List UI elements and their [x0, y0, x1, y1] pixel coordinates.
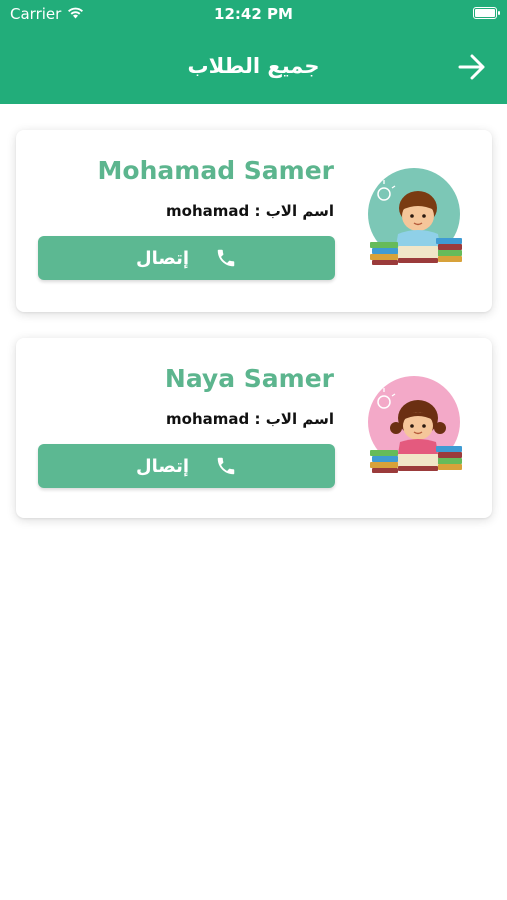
phone-icon [217, 457, 235, 475]
back-button[interactable] [457, 52, 487, 82]
status-time: 12:42 PM [214, 5, 293, 23]
father-name-label: اسم الاب : [254, 410, 334, 428]
app-header: Carrier 12:42 PM جميع الطلاب [0, 0, 507, 104]
student-name: Mohamad Samer [97, 156, 334, 185]
call-button-label: إتصال [135, 247, 190, 269]
call-button[interactable]: إتصال [38, 444, 335, 488]
girl-reading-books-avatar [362, 374, 466, 478]
call-button[interactable]: إتصال [38, 236, 335, 280]
arrow-right-icon [458, 54, 485, 80]
student-card: Mohamad Samer اسم الاب : mohamad إتصال [16, 130, 492, 312]
father-name-row: اسم الاب : mohamad [166, 410, 334, 428]
page-title: جميع الطلاب [187, 54, 320, 78]
father-name-value: mohamad [166, 202, 250, 220]
status-bar: Carrier 12:42 PM [0, 0, 507, 28]
father-name-label: اسم الاب : [254, 202, 334, 220]
call-button-label: إتصال [135, 455, 190, 477]
student-name: Naya Samer [164, 364, 334, 393]
student-card: Naya Samer اسم الاب : mohamad إتصال [16, 338, 492, 518]
father-name-row: اسم الاب : mohamad [166, 202, 334, 220]
battery-icon [473, 7, 500, 19]
phone-icon [217, 249, 235, 267]
father-name-value: mohamad [166, 410, 250, 428]
boy-reading-books-avatar [362, 166, 466, 270]
